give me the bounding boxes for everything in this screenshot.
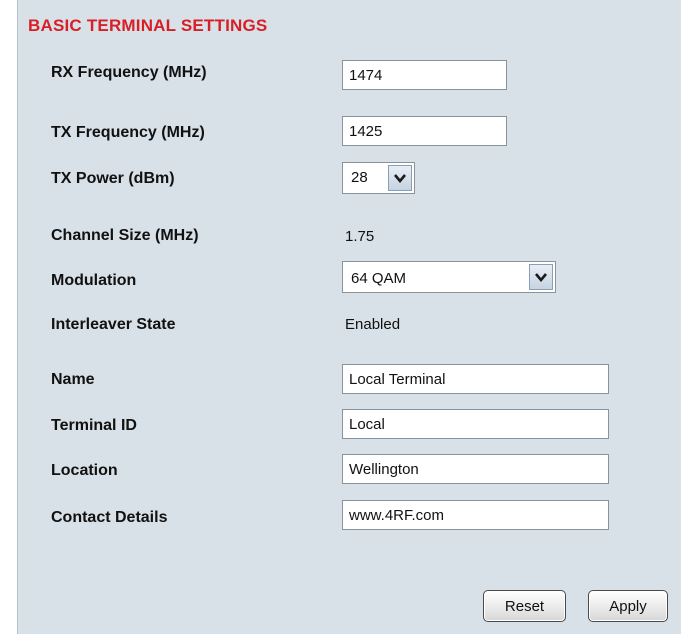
rx-frequency-label: RX Frequency (MHz) [51,64,207,81]
tx-power-select[interactable]: 28 [342,162,415,194]
modulation-select[interactable]: 64 QAM [342,261,556,293]
rx-frequency-input[interactable] [342,60,507,90]
chevron-down-icon [394,174,406,183]
channel-size-label: Channel Size (MHz) [51,227,199,244]
terminal-id-input[interactable] [342,409,609,439]
location-label: Location [51,462,118,479]
apply-button[interactable]: Apply [588,590,668,622]
tx-frequency-label: TX Frequency (MHz) [51,124,205,141]
tx-power-dropdown-button[interactable] [388,165,412,191]
terminal-id-label: Terminal ID [51,417,137,434]
reset-button[interactable]: Reset [483,590,566,622]
chevron-down-icon [535,273,547,282]
tx-frequency-input[interactable] [342,116,507,146]
tx-power-selected-value: 28 [351,169,368,186]
interleaver-state-label: Interleaver State [51,316,176,333]
location-input[interactable] [342,454,609,484]
section-title: BASIC TERMINAL SETTINGS [28,16,268,35]
channel-size-value: 1.75 [345,228,375,245]
name-label: Name [51,371,95,388]
modulation-dropdown-button[interactable] [529,264,553,290]
contact-details-label: Contact Details [51,509,168,526]
tx-power-label: TX Power (dBm) [51,170,175,187]
modulation-label: Modulation [51,272,137,289]
contact-details-input[interactable] [342,500,609,530]
name-input[interactable] [342,364,609,394]
interleaver-state-value: Enabled [345,316,401,333]
modulation-selected-value: 64 QAM [351,270,407,287]
